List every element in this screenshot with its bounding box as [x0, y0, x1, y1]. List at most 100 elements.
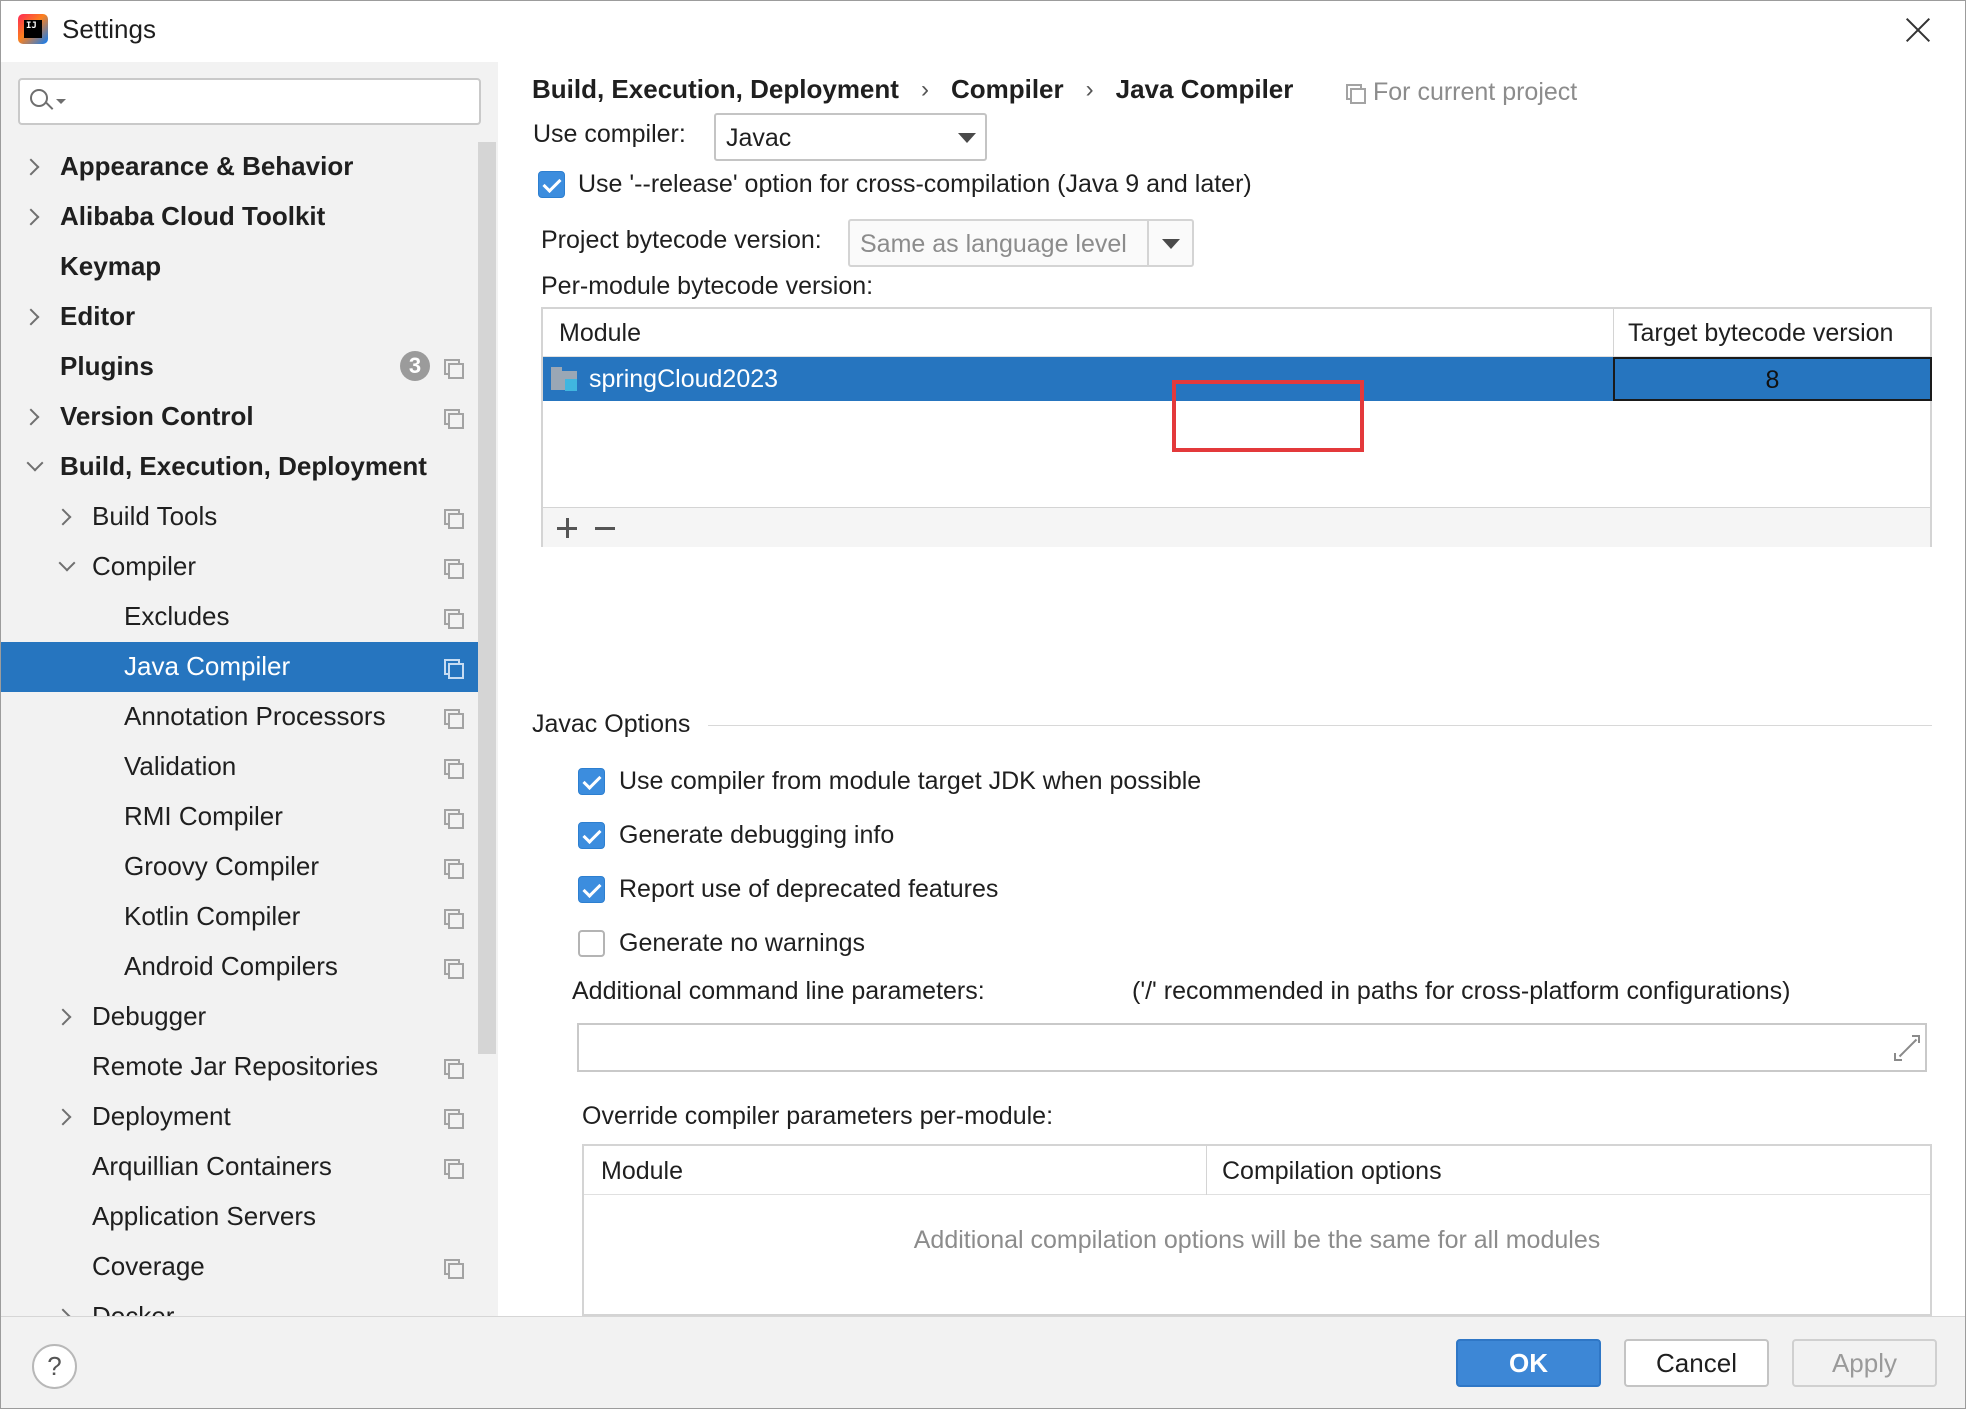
- sidebar-item-annotation-processors[interactable]: Annotation Processors: [0, 692, 478, 742]
- chevron-right-icon[interactable]: [23, 209, 40, 226]
- chevron-down-icon[interactable]: [59, 555, 76, 572]
- sidebar-item-arquillian-containers[interactable]: Arquillian Containers: [0, 1142, 478, 1192]
- sidebar-item-validation[interactable]: Validation: [0, 742, 478, 792]
- settings-sidebar: Appearance & Behavior Alibaba Cloud Toolk…: [0, 62, 498, 1316]
- use-compiler-value: Javac: [726, 124, 791, 153]
- help-button[interactable]: ?: [32, 1344, 77, 1389]
- sidebar-item-application-servers[interactable]: Application Servers: [0, 1192, 478, 1242]
- column-header-module[interactable]: Module: [601, 1157, 683, 1186]
- override-params-table: Module Compilation options Additional co…: [582, 1144, 1932, 1316]
- sidebar-item-excludes[interactable]: Excludes: [0, 592, 478, 642]
- sidebar-item-alibaba-cloud-toolkit[interactable]: Alibaba Cloud Toolkit: [0, 192, 478, 242]
- sidebar-item-editor[interactable]: Editor: [0, 292, 478, 342]
- sidebar-item-compiler[interactable]: Compiler: [0, 542, 478, 592]
- chevron-right-icon[interactable]: [55, 509, 72, 526]
- sidebar-item-rmi-compiler[interactable]: RMI Compiler: [0, 792, 478, 842]
- sidebar-item-label: Deployment: [92, 1101, 231, 1132]
- sidebar-item-keymap[interactable]: Keymap: [0, 242, 478, 292]
- chevron-right-icon[interactable]: [23, 409, 40, 426]
- sidebar-item-build-tools[interactable]: Build Tools: [0, 492, 478, 542]
- use-compiler-dropdown[interactable]: Javac: [714, 113, 987, 161]
- sidebar-item-label: Compiler: [92, 551, 196, 582]
- use-module-jdk-checkbox[interactable]: [578, 768, 605, 795]
- sidebar-scrollbar[interactable]: [478, 142, 496, 1054]
- sidebar-item-build-execution-deployment[interactable]: Build, Execution, Deployment: [0, 442, 478, 492]
- sidebar-item-deployment[interactable]: Deployment: [0, 1092, 478, 1142]
- project-scope-icon: [444, 559, 461, 576]
- project-scope-icon: [444, 359, 461, 376]
- chevron-right-icon[interactable]: [23, 159, 40, 176]
- section-divider: [708, 725, 1932, 726]
- breadcrumb-item-compiler: Compiler: [951, 74, 1064, 105]
- sidebar-item-version-control[interactable]: Version Control: [0, 392, 478, 442]
- project-scope-icon: [1346, 84, 1363, 101]
- sidebar-item-appearance-behavior[interactable]: Appearance & Behavior: [0, 142, 478, 192]
- sidebar-item-label: Groovy Compiler: [124, 851, 319, 882]
- scope-label: For current project: [1346, 78, 1577, 107]
- project-bytecode-dropdown[interactable]: Same as language level: [848, 219, 1194, 267]
- no-warnings-checkbox[interactable]: [578, 930, 605, 957]
- sidebar-item-android-compilers[interactable]: Android Compilers: [0, 942, 478, 992]
- highlight-box: [1172, 380, 1364, 452]
- breadcrumb-separator: ›: [1086, 76, 1094, 104]
- chevron-right-icon[interactable]: [55, 1309, 72, 1316]
- project-scope-icon: [444, 759, 461, 776]
- project-scope-icon: [444, 709, 461, 726]
- module-name-cell: springCloud2023: [589, 365, 778, 394]
- java-compiler-panel: Build, Execution, Deployment › Compiler …: [498, 62, 1966, 1316]
- sidebar-item-coverage[interactable]: Coverage: [0, 1242, 478, 1292]
- settings-tree: Appearance & Behavior Alibaba Cloud Toolk…: [0, 142, 478, 1316]
- release-option-label: Use '--release' option for cross-compila…: [578, 170, 1252, 199]
- sidebar-item-label: Appearance & Behavior: [60, 151, 353, 182]
- dialog-footer: ? OK Cancel Apply: [0, 1316, 1966, 1409]
- sidebar-item-label: Docker: [92, 1301, 174, 1316]
- project-bytecode-value: Same as language level: [860, 230, 1127, 259]
- column-header-module[interactable]: Module: [559, 319, 641, 348]
- additional-params-input[interactable]: [577, 1023, 1927, 1072]
- sidebar-item-plugins[interactable]: Plugins3: [0, 342, 478, 392]
- target-bytecode-cell[interactable]: 8: [1613, 357, 1932, 401]
- project-scope-icon: [444, 1259, 461, 1276]
- project-scope-icon: [444, 409, 461, 426]
- sidebar-item-remote-jar-repositories[interactable]: Remote Jar Repositories: [0, 1042, 478, 1092]
- sidebar-item-label: Keymap: [60, 251, 161, 282]
- sidebar-item-label: Coverage: [92, 1251, 205, 1282]
- sidebar-item-debugger[interactable]: Debugger: [0, 992, 478, 1042]
- sidebar-item-label: Annotation Processors: [124, 701, 386, 732]
- sidebar-item-label: Remote Jar Repositories: [92, 1051, 378, 1082]
- project-bytecode-label: Project bytecode version:: [541, 226, 822, 255]
- module-folder-icon: [551, 367, 579, 391]
- chevron-right-icon[interactable]: [23, 309, 40, 326]
- chevron-right-icon[interactable]: [55, 1109, 72, 1126]
- minus-icon[interactable]: [585, 508, 625, 548]
- sidebar-item-label: Editor: [60, 301, 135, 332]
- ok-button[interactable]: OK: [1456, 1339, 1601, 1387]
- column-header-compilation-options[interactable]: Compilation options: [1222, 1157, 1442, 1186]
- expand-icon[interactable]: [1894, 1035, 1920, 1061]
- sidebar-item-label: Android Compilers: [124, 951, 338, 982]
- column-header-target-bytecode[interactable]: Target bytecode version: [1628, 319, 1893, 348]
- project-scope-icon: [444, 959, 461, 976]
- sidebar-item-label: Excludes: [124, 601, 230, 632]
- sidebar-item-kotlin-compiler[interactable]: Kotlin Compiler: [0, 892, 478, 942]
- cancel-button[interactable]: Cancel: [1624, 1339, 1769, 1387]
- target-bytecode-value: 8: [1615, 366, 1930, 395]
- debugging-info-label: Generate debugging info: [619, 821, 894, 850]
- apply-button[interactable]: Apply: [1792, 1339, 1937, 1387]
- settings-search-input[interactable]: [18, 78, 481, 125]
- sidebar-item-docker[interactable]: Docker: [0, 1292, 478, 1316]
- debugging-info-checkbox[interactable]: [578, 822, 605, 849]
- chevron-right-icon[interactable]: [55, 1009, 72, 1026]
- update-count-badge: 3: [400, 351, 430, 381]
- use-compiler-label: Use compiler:: [533, 120, 686, 149]
- search-icon[interactable]: [30, 89, 56, 115]
- plus-icon[interactable]: [545, 508, 585, 548]
- additional-params-label: Additional command line parameters:: [572, 977, 985, 1006]
- project-scope-icon: [444, 809, 461, 826]
- chevron-down-icon[interactable]: [27, 455, 44, 472]
- sidebar-item-java-compiler[interactable]: Java Compiler: [0, 642, 478, 692]
- release-option-checkbox[interactable]: [538, 171, 565, 198]
- close-icon[interactable]: [1900, 12, 1936, 48]
- sidebar-item-groovy-compiler[interactable]: Groovy Compiler: [0, 842, 478, 892]
- deprecated-features-checkbox[interactable]: [578, 876, 605, 903]
